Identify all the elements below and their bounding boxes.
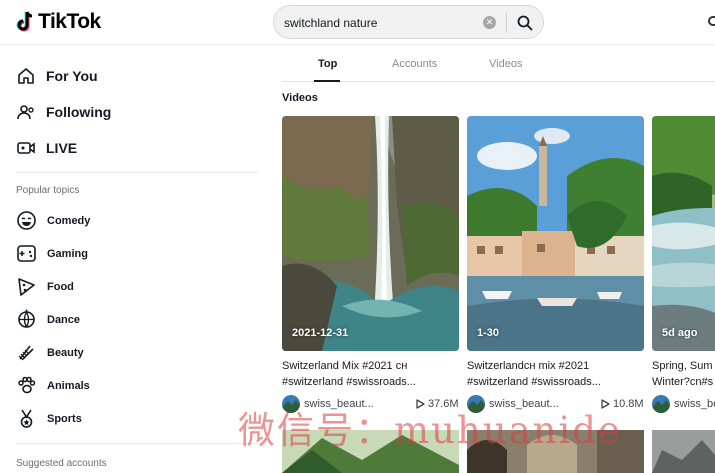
search-bar: ✕ [273, 5, 544, 39]
video-date: 1-30 [477, 327, 500, 339]
video-thumbnail[interactable] [652, 430, 715, 473]
tiktok-wordmark: TikTok [38, 10, 101, 33]
sidebar-divider [16, 172, 258, 173]
view-count-text: 10.8M [613, 398, 644, 410]
topic-label: Gaming [47, 247, 88, 260]
active-tab-indicator [314, 80, 340, 82]
clear-search-icon[interactable]: ✕ [483, 16, 496, 29]
dance-icon [18, 309, 35, 329]
beauty-icon [18, 345, 34, 361]
popular-topics-title: Popular topics [16, 185, 80, 196]
search-divider [506, 13, 507, 33]
video-author[interactable]: swiss_beaut... [489, 398, 599, 410]
following-icon [17, 105, 34, 120]
view-count: 37.6M [416, 398, 459, 410]
video-thumbnail[interactable] [282, 430, 459, 473]
video-hashtags[interactable]: #switzerland #swissroads... [282, 374, 459, 390]
videos-section-title: Videos [282, 92, 318, 104]
play-icon [601, 399, 610, 409]
tiktok-note-icon [16, 11, 33, 32]
tab-videos[interactable]: Videos [489, 58, 522, 70]
video-author[interactable]: swiss_beaut... [304, 398, 414, 410]
play-icon [416, 399, 425, 409]
live-icon [17, 142, 35, 154]
tab-accounts[interactable]: Accounts [392, 58, 437, 70]
topic-dance[interactable]: Dance [16, 309, 80, 330]
avatar[interactable] [652, 395, 670, 413]
search-button[interactable] [512, 10, 538, 36]
sidebar-item-for-you[interactable]: For You [16, 66, 98, 86]
home-icon [18, 68, 34, 84]
video-title[interactable]: Switzerlandᴄʜ mix #2021 [467, 358, 644, 374]
sidebar-item-following[interactable]: Following [16, 102, 111, 122]
topic-label: Food [47, 280, 74, 293]
video-date: 5d ago [662, 327, 698, 339]
topic-gaming[interactable]: Gaming [16, 243, 88, 264]
lake-town-thumbnail-image [467, 116, 644, 351]
sidebar: For You Following LIVE Popular topics Co… [0, 46, 262, 473]
video-hashtags[interactable]: #switzerland #swissroads... [467, 374, 644, 390]
tab-top[interactable]: Top [318, 58, 337, 70]
comedy-icon [17, 211, 36, 230]
video-title[interactable]: Switzerland Mix #2021 ᴄʜ [282, 358, 459, 374]
sidebar-item-label: LIVE [46, 140, 78, 156]
topic-label: Dance [47, 313, 81, 326]
topic-sports[interactable]: Sports [16, 408, 82, 429]
view-count-text: 37.6M [428, 398, 459, 410]
waterfall-thumbnail-image [282, 116, 459, 351]
food-icon [18, 278, 35, 296]
video-thumbnail[interactable]: 1-30 [467, 116, 644, 351]
rocks-thumbnail-image [652, 430, 715, 473]
video-title[interactable]: Spring, Sum [652, 358, 715, 374]
topic-beauty[interactable]: Beauty [16, 342, 84, 363]
video-author[interactable]: swiss_be [674, 398, 715, 410]
river-thumbnail-image [652, 116, 715, 351]
sports-icon [20, 409, 33, 428]
topic-animals[interactable]: Animals [16, 375, 90, 396]
mountain-thumbnail-image [282, 430, 459, 473]
search-input[interactable] [284, 14, 479, 32]
video-card[interactable]: 1-30 Switzerlandᴄʜ mix #2021 #switzerlan… [467, 116, 644, 413]
video-card[interactable]: 5d ago Spring, Sum Winter?cn#s swiss_be [652, 116, 715, 413]
topic-comedy[interactable]: Comedy [16, 210, 90, 231]
gaming-icon [17, 245, 36, 262]
search-tabs: Top Accounts Videos [282, 52, 715, 82]
sidebar-divider [16, 443, 258, 444]
avatar[interactable] [467, 395, 485, 413]
video-thumbnail[interactable] [467, 430, 644, 473]
topic-label: Comedy [47, 214, 91, 227]
top-bar: TikTok ✕ [0, 0, 715, 45]
sidebar-item-label: For You [46, 68, 98, 84]
video-card[interactable]: 2021-12-31 Switzerland Mix #2021 ᴄʜ #swi… [282, 116, 459, 413]
topic-label: Beauty [47, 346, 84, 359]
animals-icon [18, 376, 36, 394]
upload-icon[interactable] [708, 16, 715, 26]
view-count: 10.8M [601, 398, 644, 410]
video-hashtags[interactable]: Winter?cn#s [652, 374, 715, 390]
topic-label: Sports [47, 412, 82, 425]
tiktok-logo[interactable]: TikTok [16, 10, 101, 34]
video-meta: swiss_beaut... 10.8M [467, 395, 644, 413]
search-icon [517, 15, 533, 31]
topic-food[interactable]: Food [16, 276, 74, 297]
video-date: 2021-12-31 [292, 327, 349, 339]
avatar[interactable] [282, 395, 300, 413]
arch-thumbnail-image [467, 430, 644, 473]
sidebar-item-label: Following [46, 104, 112, 120]
video-meta: swiss_beaut... 37.6M [282, 395, 459, 413]
video-thumbnail[interactable]: 5d ago [652, 116, 715, 351]
topic-label: Animals [47, 379, 90, 392]
video-thumbnail[interactable]: 2021-12-31 [282, 116, 459, 351]
video-meta: swiss_be [652, 395, 715, 413]
sidebar-item-live[interactable]: LIVE [16, 138, 77, 158]
suggested-accounts-title: Suggested accounts [16, 458, 107, 469]
